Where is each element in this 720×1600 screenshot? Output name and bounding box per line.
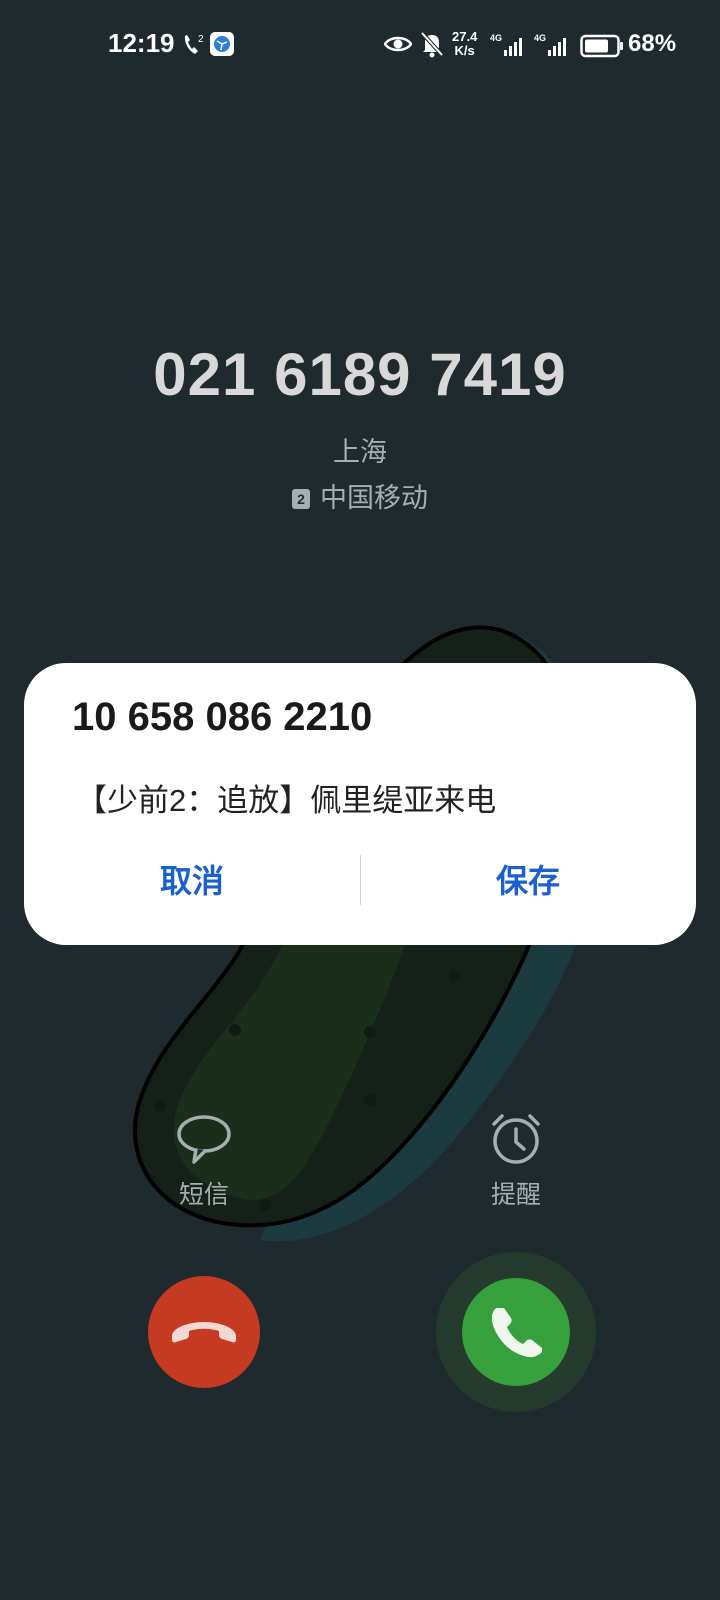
remind-button[interactable]: 提醒	[436, 1112, 596, 1211]
sms-reply-button[interactable]: 短信	[124, 1112, 284, 1211]
call-in-progress-icon: 2	[180, 30, 206, 65]
caller-carrier: 中国移动	[320, 483, 428, 513]
browser-app-icon	[210, 32, 234, 61]
network-speed-value: 27.4	[452, 29, 478, 44]
caller-carrier-row: 2 中国移动	[0, 476, 720, 515]
dialog-title: 10 658 086 2210	[72, 695, 373, 739]
decline-call-button[interactable]	[148, 1276, 260, 1388]
chat-bubble-icon	[177, 1115, 231, 1164]
network-speed-unit: K/s	[454, 43, 475, 58]
battery-percent: 68%	[628, 30, 677, 57]
network-speed: 27.4 K/s	[452, 30, 477, 58]
phone-icon	[491, 1308, 542, 1358]
save-button[interactable]: 保存	[360, 851, 696, 911]
call-sim-number: 2	[198, 34, 204, 45]
caller-info-dialog: 10 658 086 2210 【少前2：追放】佩里缇亚来电 取消 保存	[24, 663, 696, 945]
signal-sim2-icon: 4G	[534, 32, 574, 63]
signal-sim1-icon: 4G	[490, 32, 530, 63]
dialog-message: 【少前2：追放】佩里缇亚来电	[76, 783, 497, 818]
caller-number: 021 6189 7419	[153, 341, 567, 408]
mute-bell-icon	[420, 30, 444, 63]
accept-call-button[interactable]	[462, 1278, 570, 1386]
battery-icon	[580, 34, 624, 63]
remind-label: 提醒	[490, 1181, 541, 1209]
status-bar: 12:19 2 27.4 K/s 4G 4G 68%	[0, 0, 720, 90]
sim-slot-badge: 2	[292, 489, 310, 509]
network-type-1: 4G	[490, 33, 502, 43]
eye-icon	[383, 34, 413, 59]
caller-location: 上海	[333, 437, 387, 467]
hang-up-icon	[172, 1322, 236, 1343]
status-time: 12:19	[108, 28, 175, 58]
network-type-2: 4G	[534, 33, 546, 43]
alarm-clock-icon	[492, 1114, 540, 1164]
cancel-button[interactable]: 取消	[24, 851, 360, 911]
sms-label: 短信	[178, 1181, 229, 1209]
